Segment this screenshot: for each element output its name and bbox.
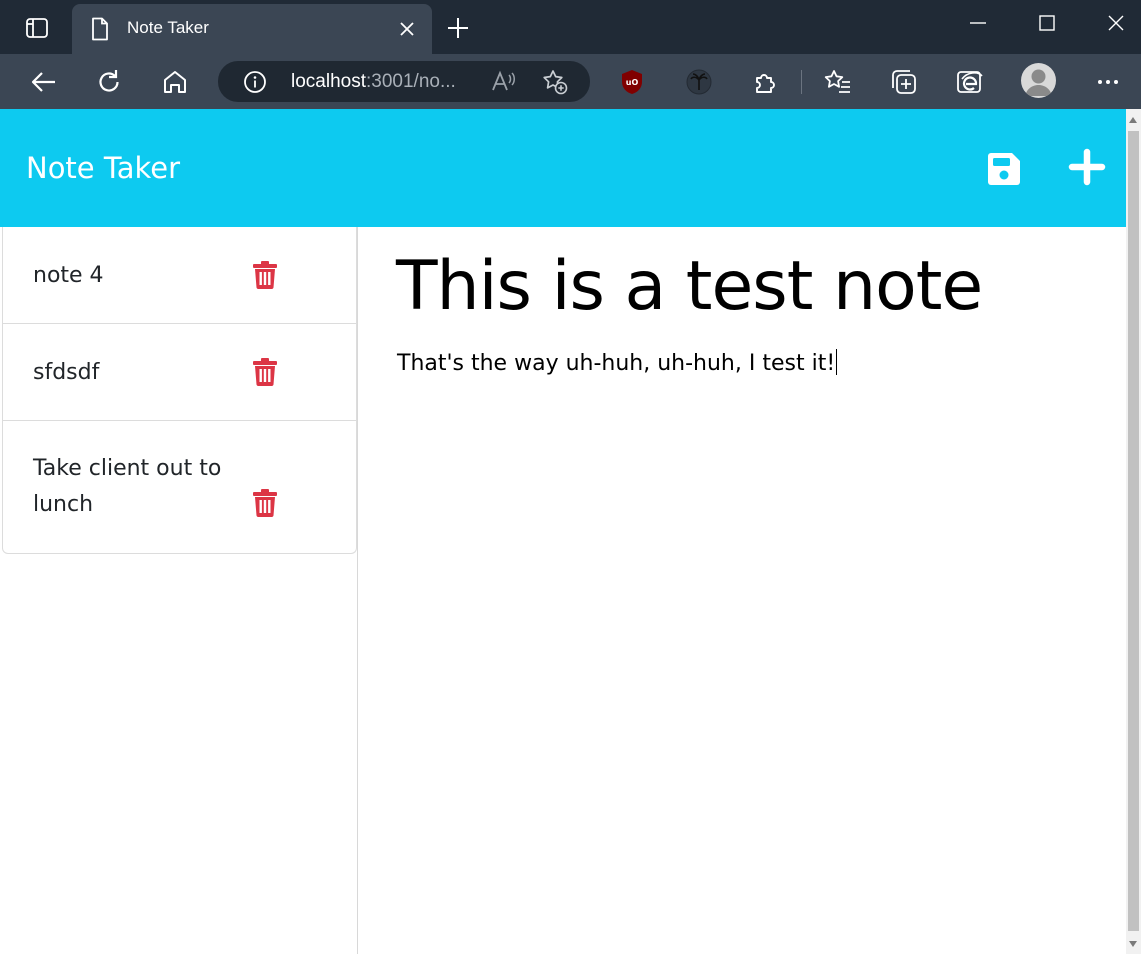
read-aloud-icon[interactable] xyxy=(490,69,516,95)
app-brand[interactable]: Note Taker xyxy=(26,151,180,185)
maximize-icon[interactable] xyxy=(1029,10,1065,36)
note-body-text: That's the way uh-huh, uh-huh, I test it… xyxy=(397,351,836,376)
close-window-icon[interactable] xyxy=(1098,10,1134,36)
scroll-up-arrow-icon[interactable] xyxy=(1129,117,1137,123)
note-title-input[interactable]: This is a test note xyxy=(396,247,983,326)
address-bar[interactable]: localhost:3001/no... xyxy=(218,61,590,102)
scroll-down-arrow-icon[interactable] xyxy=(1129,941,1137,947)
palm-extension-icon[interactable] xyxy=(683,66,715,98)
save-icon xyxy=(988,153,1020,185)
notes-sidebar: note 4 sfdsdf Take client out to lunch xyxy=(0,227,358,954)
tab-actions-icon[interactable] xyxy=(14,14,60,42)
new-note-button[interactable] xyxy=(1067,147,1107,187)
ublock-icon[interactable]: uO xyxy=(616,66,648,98)
note-list-item[interactable]: sfdsdf xyxy=(3,324,356,421)
trash-icon[interactable] xyxy=(253,489,277,517)
svg-text:uO: uO xyxy=(626,78,639,87)
home-icon[interactable] xyxy=(159,66,191,98)
note-text-area[interactable]: That's the way uh-huh, uh-huh, I test it… xyxy=(397,349,838,376)
back-arrow-icon[interactable] xyxy=(27,66,59,98)
save-note-button[interactable] xyxy=(984,149,1024,189)
collections-icon[interactable] xyxy=(888,66,920,98)
profile-avatar-icon[interactable] xyxy=(1021,63,1056,98)
note-list-item[interactable]: Take client out to lunch xyxy=(3,421,356,553)
toolbar-divider xyxy=(801,70,802,94)
new-tab-icon[interactable] xyxy=(444,14,472,42)
note-editor: This is a test note That's the way uh-hu… xyxy=(358,227,1126,954)
ie-mode-icon[interactable] xyxy=(954,66,986,98)
browser-tab-bar: Note Taker xyxy=(0,0,1141,54)
refresh-icon[interactable] xyxy=(93,66,125,98)
url-path: :3001/no... xyxy=(366,71,456,92)
url-text[interactable]: localhost:3001/no... xyxy=(291,71,456,93)
note-list: note 4 sfdsdf Take client out to lunch xyxy=(2,227,357,554)
text-cursor xyxy=(836,349,838,375)
plus-icon xyxy=(1068,148,1106,186)
note-title: sfdsdf xyxy=(33,360,100,385)
more-menu-icon[interactable] xyxy=(1092,66,1124,98)
app-header: Note Taker xyxy=(0,109,1126,227)
trash-icon[interactable] xyxy=(253,261,277,289)
note-title: note 4 xyxy=(33,263,104,288)
trash-icon[interactable] xyxy=(253,358,277,386)
url-host: localhost xyxy=(291,71,366,92)
extensions-icon[interactable] xyxy=(749,66,781,98)
browser-tab[interactable]: Note Taker xyxy=(72,4,432,54)
close-tab-icon[interactable] xyxy=(398,20,416,38)
info-icon[interactable] xyxy=(243,70,267,94)
note-title: Take client out to lunch xyxy=(33,456,222,517)
scrollbar-thumb[interactable] xyxy=(1128,131,1139,931)
page-icon xyxy=(92,17,108,41)
favorites-icon[interactable] xyxy=(822,66,854,98)
minimize-icon[interactable] xyxy=(960,10,996,36)
browser-toolbar: localhost:3001/no... uO xyxy=(0,54,1141,109)
add-favorite-icon[interactable] xyxy=(541,68,569,96)
tab-title: Note Taker xyxy=(127,18,209,37)
page-scrollbar[interactable] xyxy=(1126,109,1141,954)
note-list-item[interactable]: note 4 xyxy=(3,227,356,324)
